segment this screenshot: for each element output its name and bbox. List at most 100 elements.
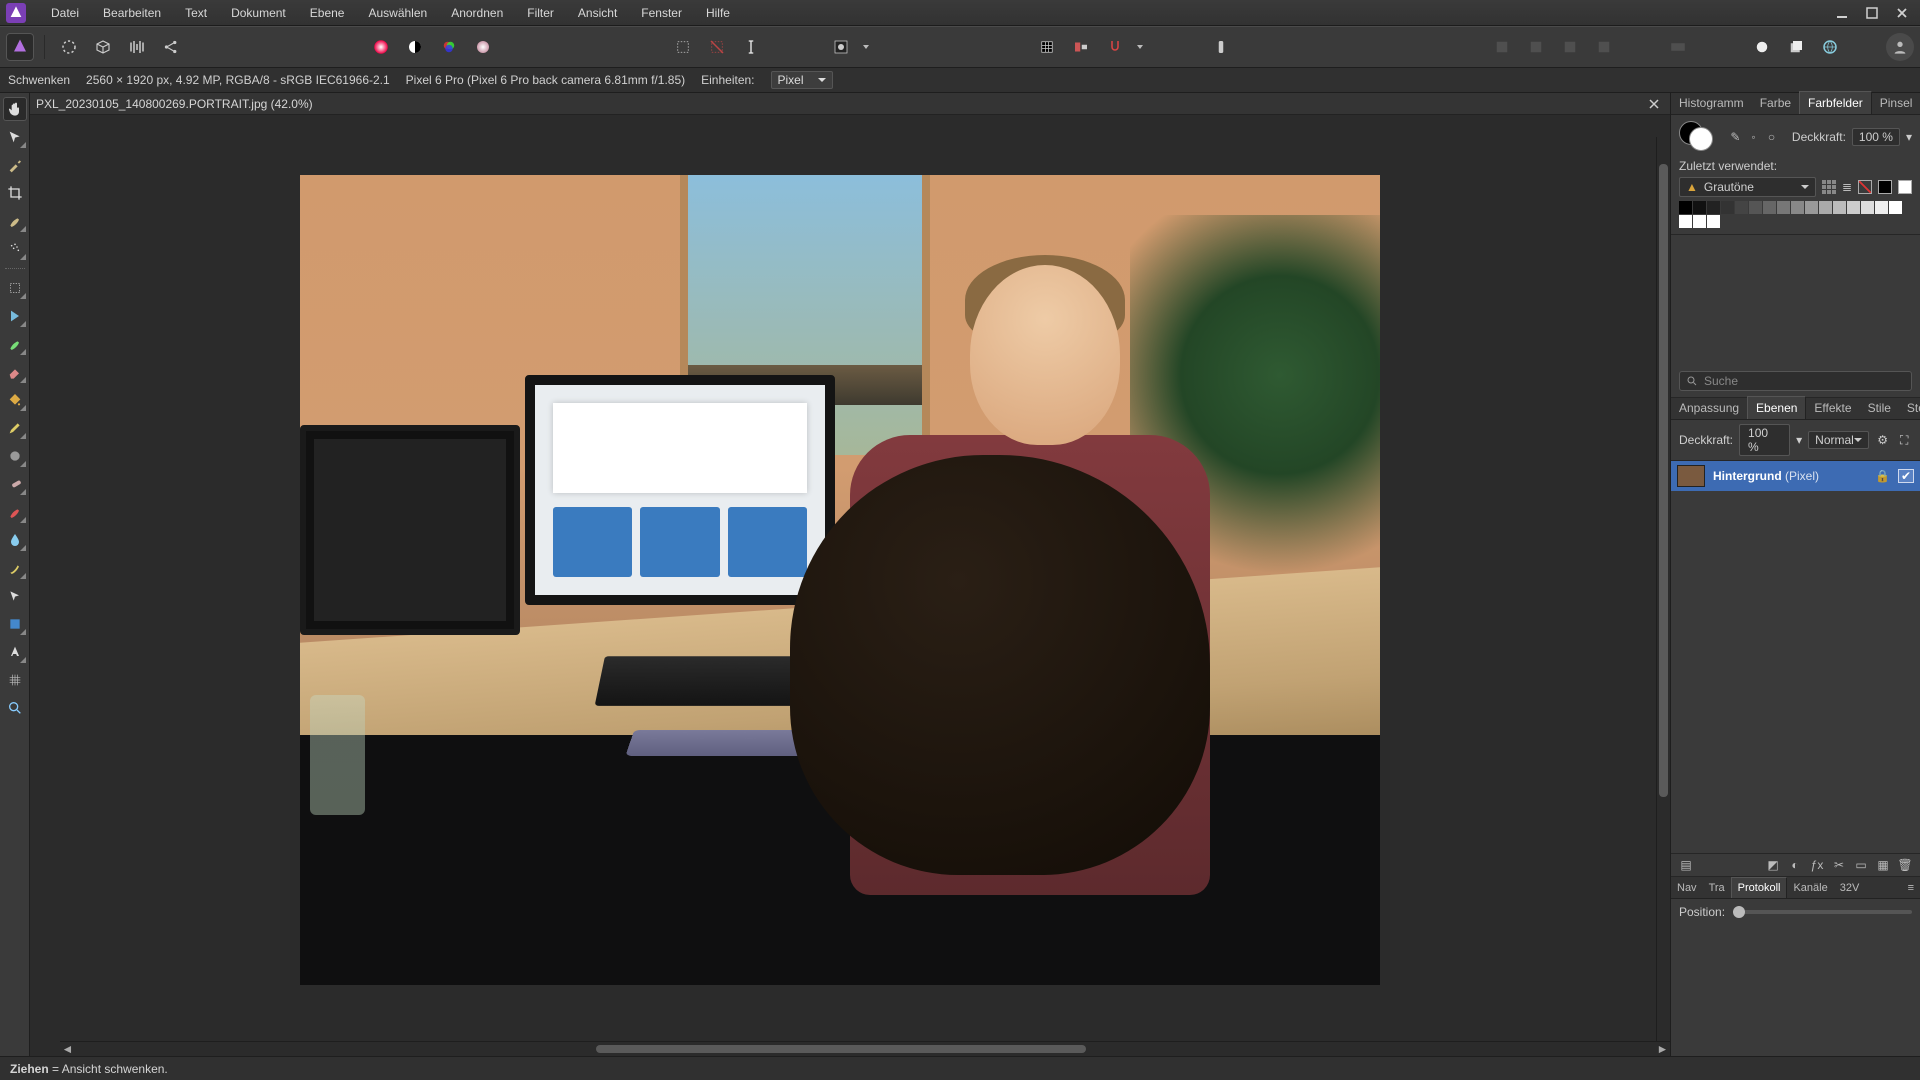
color-wheel-icon[interactable] xyxy=(367,33,395,61)
account-avatar[interactable] xyxy=(1886,33,1914,61)
swatch[interactable] xyxy=(1721,201,1734,214)
mesh-tool[interactable] xyxy=(3,668,27,692)
menu-filter[interactable]: Filter xyxy=(516,3,565,23)
flood-select-tool[interactable] xyxy=(3,304,27,328)
layer-opacity-value[interactable]: 100 % xyxy=(1739,424,1790,456)
fx-icon[interactable]: ƒx xyxy=(1810,858,1824,872)
swatch[interactable] xyxy=(1875,201,1888,214)
swatch[interactable] xyxy=(1763,201,1776,214)
swatch[interactable] xyxy=(1707,215,1720,228)
gear-icon[interactable]: ⚙ xyxy=(1875,432,1891,448)
eyedropper-icon[interactable]: ✎ xyxy=(1729,131,1741,143)
add-layer-icon[interactable]: ▦ xyxy=(1876,858,1890,872)
deselect-icon[interactable] xyxy=(703,33,731,61)
rgb-circle-icon[interactable] xyxy=(435,33,463,61)
visibility-checkbox[interactable]: ✔ xyxy=(1898,469,1914,483)
horizontal-scrollbar[interactable]: ◄ ► xyxy=(60,1041,1670,1056)
crop-tool[interactable] xyxy=(3,181,27,205)
swatch[interactable] xyxy=(1847,201,1860,214)
viewport[interactable] xyxy=(30,115,1670,1056)
lock-icon[interactable]: 🔒 xyxy=(1875,469,1890,483)
swatch[interactable] xyxy=(1707,201,1720,214)
share-icon[interactable] xyxy=(157,33,185,61)
add-swatch-icon[interactable]: ○ xyxy=(1765,131,1777,143)
swatch[interactable] xyxy=(1735,201,1748,214)
stack-icon[interactable] xyxy=(1782,33,1810,61)
circle-outline-icon[interactable] xyxy=(1748,33,1776,61)
swatch-search-input[interactable]: Suche xyxy=(1679,371,1912,391)
menu-bearbeiten[interactable]: Bearbeiten xyxy=(92,3,172,23)
hand-tool[interactable] xyxy=(3,97,27,121)
pencil-tool[interactable] xyxy=(3,416,27,440)
tab-stile[interactable]: Stile xyxy=(1860,397,1899,419)
swatch[interactable] xyxy=(1679,201,1692,214)
expand-icon[interactable]: ⛶ xyxy=(1896,432,1912,448)
tab-protokoll[interactable]: Protokoll xyxy=(1731,877,1788,898)
pen-tool[interactable] xyxy=(3,556,27,580)
menu-ebene[interactable]: Ebene xyxy=(299,3,356,23)
history-position-slider[interactable] xyxy=(1733,910,1912,914)
grid-icon[interactable] xyxy=(1033,33,1061,61)
tab-nav[interactable]: Nav xyxy=(1671,878,1703,898)
swatch[interactable] xyxy=(1679,215,1692,228)
swatch[interactable] xyxy=(1693,215,1706,228)
window-close-button[interactable] xyxy=(1890,4,1914,22)
swatch[interactable] xyxy=(1693,201,1706,214)
menu-hilfe[interactable]: Hilfe xyxy=(695,3,741,23)
tab-stock[interactable]: Stock xyxy=(1899,397,1920,419)
vertical-scrollbar[interactable] xyxy=(1656,137,1670,1041)
tab-farbe[interactable]: Farbe xyxy=(1752,92,1799,114)
half-circle-icon[interactable] xyxy=(401,33,429,61)
waveform-icon[interactable] xyxy=(123,33,151,61)
layers-icon[interactable]: ▤ xyxy=(1679,858,1693,872)
dropdown-arrow-icon[interactable] xyxy=(861,42,871,52)
swatch[interactable] xyxy=(1861,201,1874,214)
shape-tool[interactable] xyxy=(3,612,27,636)
document-tab-close-button[interactable] xyxy=(1646,96,1662,112)
blend-mode-select[interactable]: Normal xyxy=(1808,431,1869,449)
selection-brush-tool[interactable] xyxy=(3,209,27,233)
snap-icon[interactable] xyxy=(1101,33,1129,61)
dropdown-arrow-icon[interactable]: ▾ xyxy=(1906,130,1912,144)
swatch[interactable] xyxy=(1819,201,1832,214)
group-icon[interactable]: ▭ xyxy=(1854,858,1868,872)
scroll-right-icon[interactable]: ► xyxy=(1655,1042,1670,1057)
text-cursor-icon[interactable] xyxy=(737,33,765,61)
swatch-list-view-icon[interactable]: ≣ xyxy=(1842,180,1852,194)
color-picker-tool[interactable] xyxy=(3,153,27,177)
window-minimize-button[interactable] xyxy=(1830,4,1854,22)
swatch-small-view-icon[interactable] xyxy=(1822,180,1836,194)
palette-select[interactable]: ▲ Grautöne xyxy=(1679,177,1816,197)
menu-fenster[interactable]: Fenster xyxy=(630,3,693,23)
document-tab[interactable]: PXL_20230105_140800269.PORTRAIT.jpg (42.… xyxy=(36,97,313,111)
align-icon[interactable] xyxy=(1067,33,1095,61)
menu-dokument[interactable]: Dokument xyxy=(220,3,297,23)
menu-text[interactable]: Text xyxy=(174,3,218,23)
red-brush-tool[interactable] xyxy=(3,500,27,524)
move-tool[interactable] xyxy=(3,125,27,149)
tab-farbfelder[interactable]: Farbfelder xyxy=(1799,91,1872,114)
paint-brush-tool[interactable] xyxy=(3,332,27,356)
delete-layer-icon[interactable]: 🗑 xyxy=(1898,858,1912,872)
node-tool[interactable] xyxy=(3,584,27,608)
swatch[interactable] xyxy=(1833,201,1846,214)
heal-tool[interactable] xyxy=(3,472,27,496)
tab-ebenen[interactable]: Ebenen xyxy=(1747,396,1806,419)
tab-anpassung[interactable]: Anpassung xyxy=(1671,397,1747,419)
menu-ansicht[interactable]: Ansicht xyxy=(567,3,628,23)
tab-pinsel[interactable]: Pinsel xyxy=(1872,92,1920,114)
swatch[interactable] xyxy=(1889,201,1902,214)
menu-auswaehlen[interactable]: Auswählen xyxy=(357,3,438,23)
fill-tool[interactable] xyxy=(3,388,27,412)
erase-tool[interactable] xyxy=(3,360,27,384)
swatch[interactable] xyxy=(1805,201,1818,214)
swatch[interactable] xyxy=(1791,201,1804,214)
tab-kanaele[interactable]: Kanäle xyxy=(1787,878,1833,898)
marquee-tool[interactable] xyxy=(3,276,27,300)
quick-mask-icon[interactable] xyxy=(827,33,855,61)
globe-icon[interactable] xyxy=(1816,33,1844,61)
layer-row-hintergrund[interactable]: Hintergrund (Pixel) 🔒 ✔ xyxy=(1671,461,1920,491)
dropdown-arrow-icon[interactable]: ▾ xyxy=(1796,433,1802,447)
panel-menu-icon[interactable]: ≡ xyxy=(1902,878,1920,898)
persona-photo-button[interactable] xyxy=(6,33,34,61)
